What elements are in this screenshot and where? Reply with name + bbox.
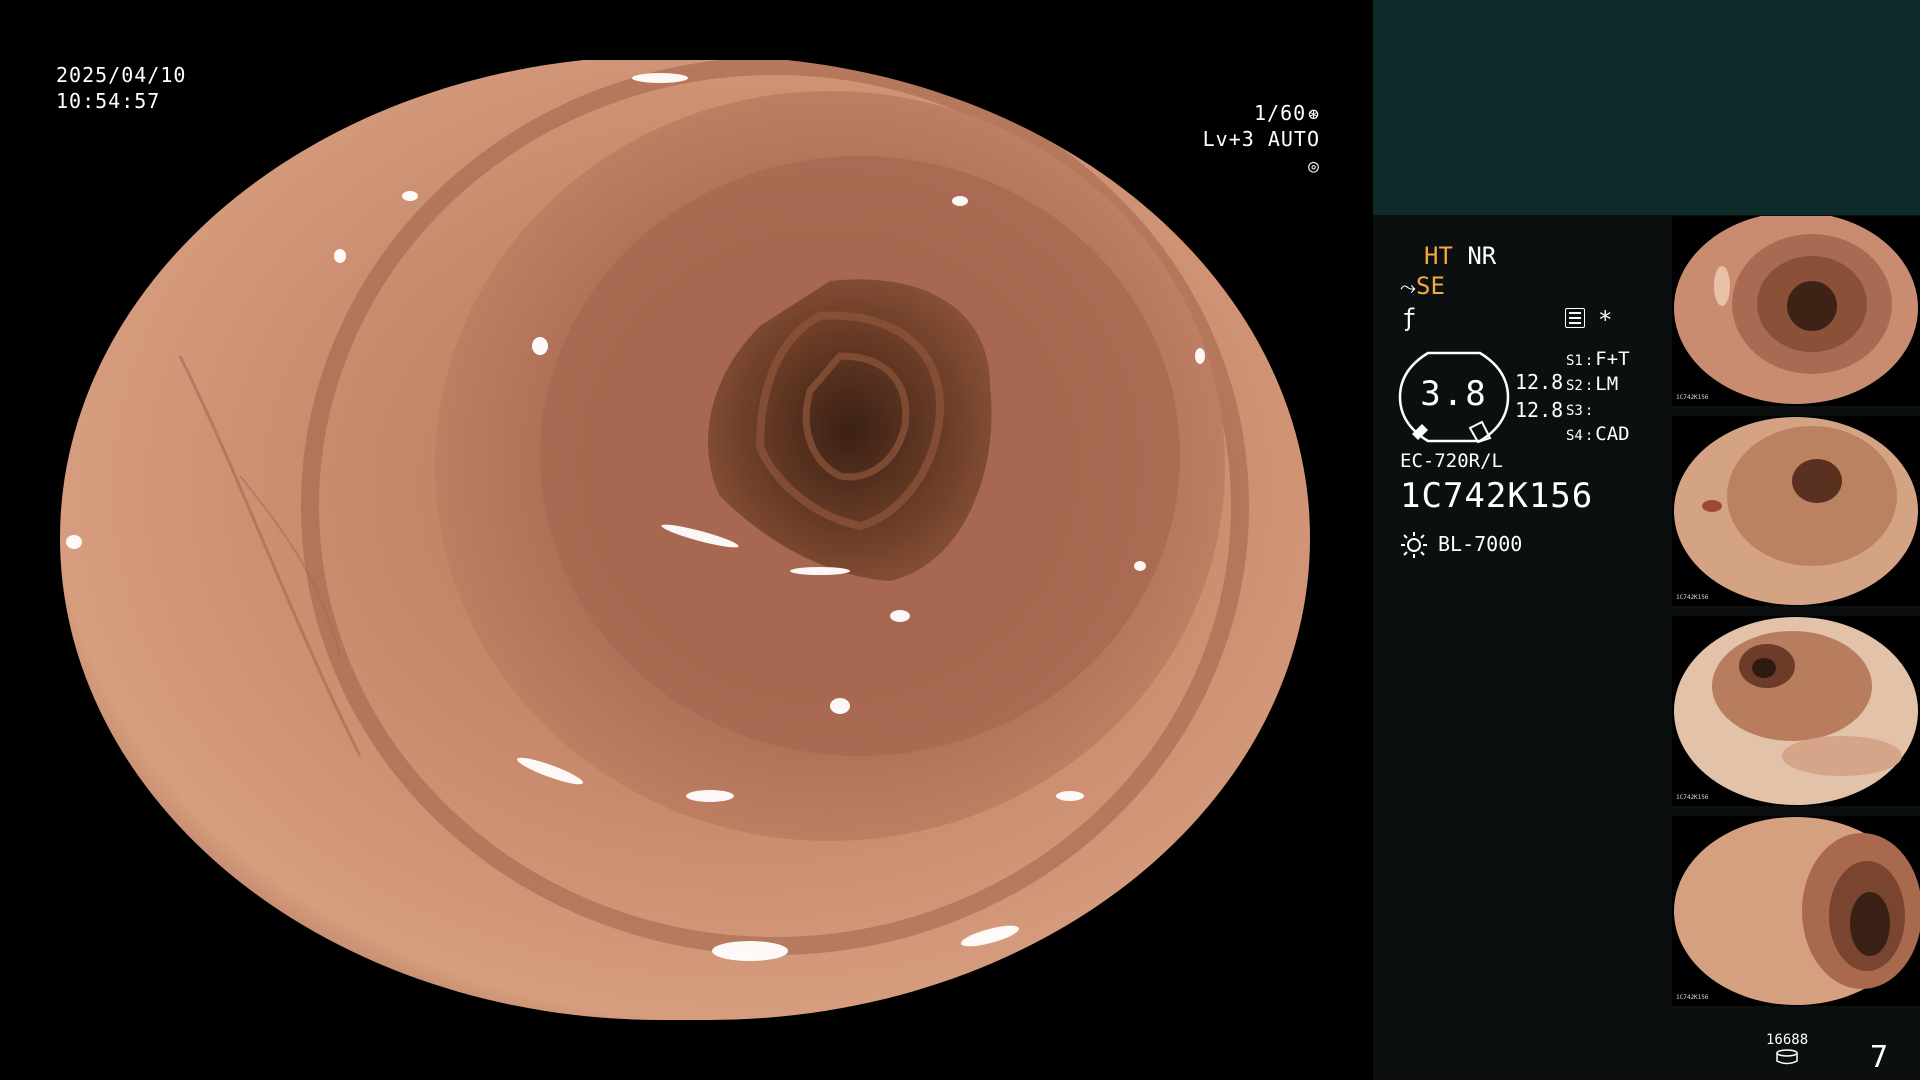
thumbnail-image [1674, 617, 1918, 805]
badge-value: 3.8 [1420, 374, 1488, 414]
shutter-icon: ⊛ [1308, 104, 1320, 125]
slot-s1: S1: F+T [1566, 348, 1630, 370]
value-a: 12.8 [1515, 370, 1564, 394]
thumbnail-3[interactable]: 1C742K156 [1672, 616, 1920, 806]
thumbnail-caption: 1C742K156 [1676, 394, 1709, 401]
settings-icon [1565, 308, 1585, 328]
thumbnail-image [1674, 216, 1918, 404]
thumbnail-image [1674, 817, 1920, 1005]
shutter-overlay: 1/60 ⊛ [1200, 100, 1320, 128]
value-b: 12.8 [1515, 398, 1564, 422]
thumbnail-1[interactable]: 1C742K156 [1672, 216, 1920, 406]
thumbnail-4[interactable]: 1C742K156 [1672, 816, 1920, 1006]
image-count: 7 [1870, 1040, 1889, 1075]
slot-s4: S4: CAD [1566, 423, 1630, 445]
structure-enhance-indicator: ⤳SE [1400, 272, 1445, 300]
asterisk-mark: * [1598, 306, 1613, 334]
slot-s3: S3: [1566, 403, 1594, 419]
thumbnail-caption: 1C742K156 [1676, 594, 1709, 601]
slot-s2: S2: LM [1566, 373, 1619, 395]
scope-serial: 1C742K156 [1400, 476, 1594, 516]
storage-count: 16688 [1766, 1032, 1809, 1048]
date-text: 2025/04/10 [56, 63, 187, 87]
storage-icon [1776, 1049, 1798, 1065]
thumbnail-image [1674, 417, 1918, 605]
endoscope-image [60, 60, 1310, 1020]
endoscope-live-view [60, 60, 1310, 1020]
time-text: 10:54:57 [56, 89, 161, 113]
scope-model: EC-720R/L [1400, 450, 1503, 472]
date-time-overlay: 2025/04/10 10:54:57 [56, 62, 186, 114]
level-overlay: Lv+3 AUTO ◎ [1190, 126, 1320, 180]
mode-indicator: HT NR [1424, 242, 1496, 270]
thumbnail-caption: 1C742K156 [1676, 994, 1709, 1001]
lamp-model: BL-7000 [1438, 532, 1523, 556]
shutter-text: 1/60 [1253, 101, 1307, 125]
filter-icon: ƒ [1402, 304, 1417, 332]
mode-nr: NR [1467, 242, 1497, 270]
mode-ht: HT [1424, 242, 1453, 270]
level-text: Lv+3 AUTO [1202, 127, 1320, 151]
lamp-icon [1401, 532, 1427, 558]
panel-top-area [1373, 0, 1920, 215]
mode-se: SE [1416, 272, 1445, 300]
thumbnail-2[interactable]: 1C742K156 [1672, 416, 1920, 606]
thumbnail-caption: 1C742K156 [1676, 794, 1709, 801]
auto-iris-icon: ◎ [1308, 156, 1320, 177]
enhance-icon: ⤳ [1400, 275, 1416, 299]
